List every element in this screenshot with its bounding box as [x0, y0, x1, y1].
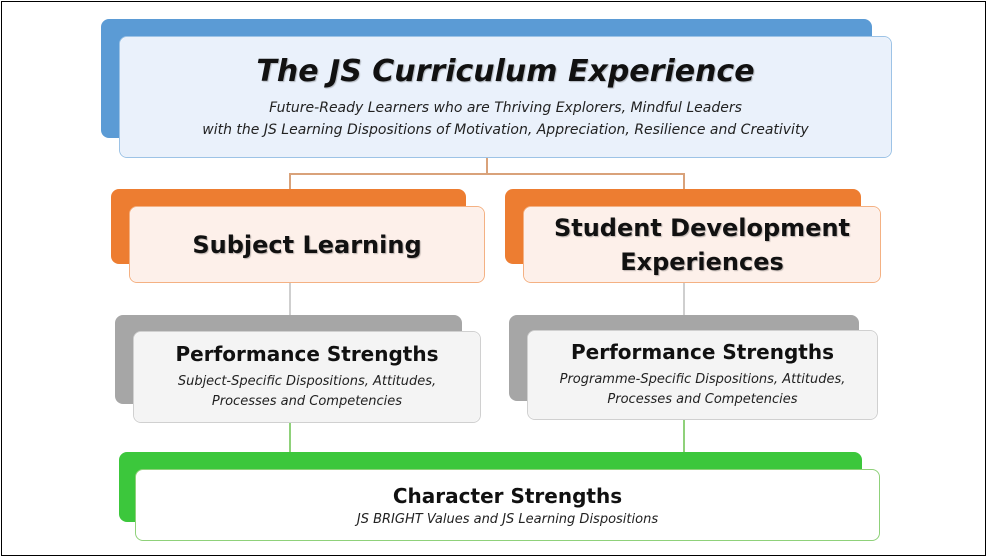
connector-top-horizontal [289, 173, 685, 175]
subject-learning-title: Subject Learning [192, 230, 422, 259]
student-development-title-line-1: Student Development [553, 213, 851, 242]
left-performance-line-2: Processes and Competencies [211, 394, 403, 409]
top-box: The JS Curriculum Experience Future-Read… [119, 36, 892, 158]
connector-right-down [683, 173, 685, 189]
connector-top-stem [486, 158, 488, 174]
left-performance-title: Performance Strengths [175, 342, 439, 366]
curriculum-line-2: with the JS Learning Dispositions of Mot… [202, 121, 809, 138]
subject-learning-box: Subject Learning [129, 206, 485, 283]
character-strengths-subtitle: JS BRIGHT Values and JS Learning Disposi… [356, 511, 659, 527]
right-performance-title: Performance Strengths [571, 340, 834, 364]
right-performance-line-2: Processes and Competencies [607, 392, 798, 407]
curriculum-title: The JS Curriculum Experience [256, 53, 755, 89]
student-development-box: Student Development Experiences [523, 206, 881, 283]
character-strengths-box: Character Strengths JS BRIGHT Values and… [135, 469, 880, 541]
left-performance-box: Performance Strengths Subject-Specific D… [133, 331, 481, 423]
connector-right-mid [683, 283, 685, 315]
connector-left-mid [289, 283, 291, 315]
left-performance-line-1: Subject-Specific Dispositions, Attitudes… [177, 374, 437, 389]
connector-right-bottom [683, 420, 685, 453]
connector-left-bottom [289, 423, 291, 453]
character-strengths-title: Character Strengths [392, 483, 623, 508]
connector-left-down [289, 173, 291, 189]
right-performance-box: Performance Strengths Programme-Specific… [527, 330, 878, 420]
curriculum-line-1: Future-Ready Learners who are Thriving E… [269, 99, 742, 116]
student-development-title-line-2: Experiences [620, 247, 784, 276]
right-performance-line-1: Programme-Specific Dispositions, Attitud… [559, 372, 846, 387]
